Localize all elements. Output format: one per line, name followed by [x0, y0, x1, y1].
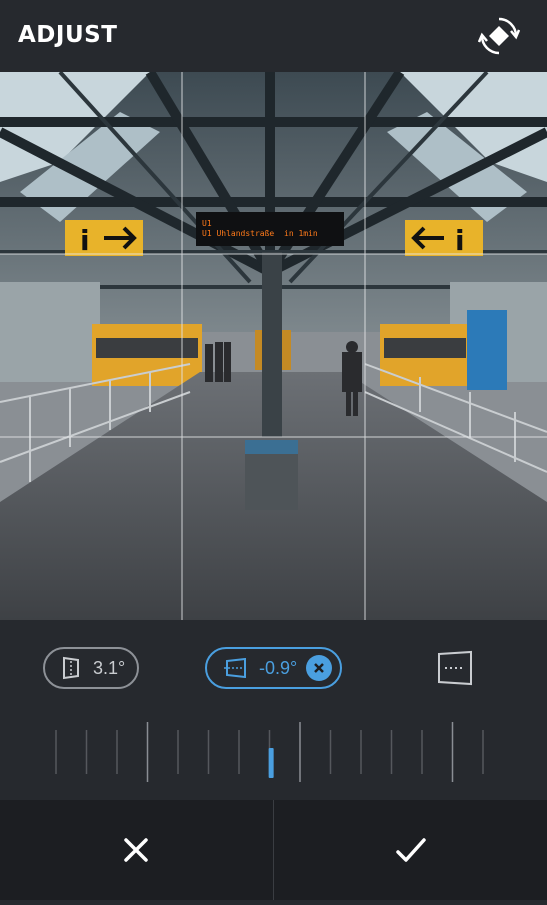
rotate-button[interactable]	[477, 15, 521, 57]
vertical-value: 3.1°	[93, 657, 126, 678]
close-icon	[314, 663, 324, 673]
check-icon	[396, 838, 426, 862]
svg-text:U1: U1	[202, 219, 212, 228]
ruler-ticks	[55, 722, 484, 782]
cancel-button[interactable]	[0, 800, 273, 900]
vertical-perspective-icon	[63, 656, 79, 680]
confirm-button[interactable]	[274, 800, 547, 900]
rotate-icon	[477, 17, 521, 55]
svg-text:i: i	[455, 224, 465, 257]
platform-column	[262, 252, 282, 437]
svg-text:U1 Uhlandstraße: U1 Uhlandstraße	[202, 229, 274, 238]
photo-canvas[interactable]: i i U1 U1 Uhlandstraße in 1min	[0, 72, 547, 620]
horizontal-perspective-icon	[224, 658, 248, 678]
bottom-bar	[0, 800, 547, 900]
horizontal-perspective-button[interactable]: -0.9°	[205, 647, 342, 689]
clear-horizontal-button[interactable]	[306, 655, 332, 681]
svg-text:in 1min: in 1min	[284, 229, 318, 238]
advertisement-poster	[467, 310, 507, 390]
perspective-button[interactable]	[437, 650, 473, 686]
straighten-ruler[interactable]	[40, 720, 510, 790]
station-photo: i i U1 U1 Uhlandstraße in 1min	[0, 72, 547, 620]
perspective-icon	[438, 650, 472, 686]
svg-text:i: i	[80, 224, 90, 257]
vertical-perspective-button[interactable]: 3.1°	[43, 647, 139, 689]
page-title: ADJUST	[18, 22, 118, 48]
top-bar: ADJUST	[0, 0, 547, 72]
horizontal-value: -0.9°	[259, 657, 298, 678]
ruler-indicator[interactable]	[268, 748, 274, 778]
close-icon	[124, 838, 148, 862]
